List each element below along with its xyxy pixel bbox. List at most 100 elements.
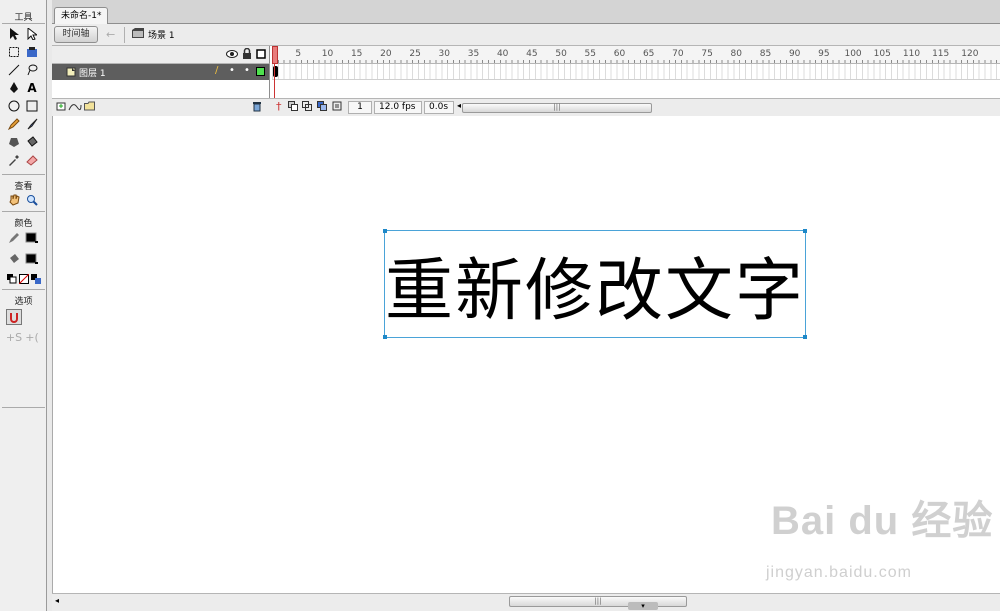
line-tool-icon[interactable]	[6, 62, 22, 78]
ruler-label: 5	[295, 49, 302, 59]
swap-colors-icon[interactable]	[28, 271, 44, 287]
editbar-divider	[124, 27, 125, 43]
document-tab[interactable]: 未命名-1*	[54, 7, 109, 24]
stage-horizontal-scrollbar[interactable]: ◂ ||| ▾	[52, 593, 1000, 611]
fill-color-icon[interactable]	[6, 251, 22, 267]
fill-color-swatch[interactable]	[24, 251, 40, 267]
pencil-tool-icon[interactable]	[6, 116, 22, 132]
smooth-icon[interactable]: +S	[6, 329, 22, 345]
ruler-label: 80	[730, 49, 742, 59]
new-layer-icon[interactable]	[56, 101, 66, 114]
lock-icon[interactable]	[242, 47, 252, 63]
layer-list-empty	[52, 80, 270, 98]
lasso-tool-icon[interactable]	[24, 62, 40, 78]
playhead[interactable]	[272, 46, 278, 64]
tools-divider	[2, 211, 45, 212]
layer-lock-dot[interactable]: •	[244, 65, 250, 76]
ruler-label: 120	[961, 49, 979, 59]
free-transform-icon[interactable]	[6, 44, 22, 60]
stage[interactable]: 重新修改文字 Bai du 经验 jingyan.baidu.com	[52, 116, 1000, 593]
ruler-label: 95	[818, 49, 830, 59]
hand-tool-icon[interactable]	[6, 192, 22, 208]
outline-icon[interactable]	[256, 49, 266, 62]
snap-magnet-icon[interactable]	[6, 309, 22, 325]
ruler-label: 100	[844, 49, 862, 59]
ruler-label: 30	[438, 49, 450, 59]
ruler-label: 25	[409, 49, 421, 59]
frame-grid[interactable]	[272, 64, 1000, 80]
stroke-color-icon[interactable]	[6, 230, 22, 246]
modify-markers-icon[interactable]	[332, 101, 342, 114]
ruler-label: 85	[759, 49, 772, 59]
eyedropper-icon[interactable]	[6, 152, 22, 168]
edit-bar: 时间轴 ← 场景 1	[52, 24, 1000, 46]
onion-outline-icon[interactable]	[302, 101, 312, 114]
tools-title: 工具	[14, 13, 33, 23]
selected-text-field[interactable]: 重新修改文字	[383, 229, 807, 339]
stage-scrollbar-thumb[interactable]: |||	[509, 596, 687, 607]
oval-tool-icon[interactable]	[6, 98, 22, 114]
ruler-label: 110	[902, 49, 921, 59]
panel-collapse-arrow[interactable]: ▾	[628, 602, 658, 610]
ruler-label: 115	[932, 49, 950, 59]
layer-pencil-icon: /	[215, 65, 219, 76]
ruler-label: 90	[788, 49, 801, 59]
brush-tool-icon[interactable]	[24, 116, 40, 132]
edit-multiple-frames-icon[interactable]	[317, 101, 327, 114]
subselection-arrow-icon[interactable]	[24, 26, 40, 42]
delete-layer-icon[interactable]	[252, 101, 262, 115]
elapsed-time: 0.0s	[424, 101, 454, 114]
paint-bucket-icon[interactable]	[24, 134, 40, 150]
gradient-transform-icon[interactable]	[24, 44, 40, 60]
options-title: 选项	[14, 297, 33, 307]
add-motion-guide-icon[interactable]	[68, 101, 82, 114]
color-title: 颜色	[14, 219, 33, 229]
layer-type-icon	[66, 67, 76, 80]
ruler-label: 40	[496, 49, 509, 59]
tools-divider	[2, 23, 45, 24]
new-folder-icon[interactable]	[84, 101, 95, 114]
document-tabbar: 未命名-1*	[52, 0, 1000, 24]
tools-divider	[2, 289, 45, 290]
eraser-icon[interactable]	[24, 152, 40, 168]
pen-tool-icon[interactable]	[6, 80, 22, 96]
layer-outline-color[interactable]	[256, 67, 265, 76]
ruler-label: 60	[613, 49, 626, 59]
stage-text[interactable]: 重新修改文字	[385, 231, 805, 337]
document-area: 未命名-1* 时间轴 ← 场景 1 5 10 15 20 25 30 35 40 45 50 55 6…	[52, 0, 1000, 611]
selection-arrow-icon[interactable]	[6, 26, 22, 42]
current-frame: 1	[348, 101, 372, 114]
straighten-icon[interactable]: +(	[24, 329, 40, 345]
scene-icon	[132, 28, 144, 41]
flash-window: 工具 A 查看 颜色 选项 +S +(未命名-1* 时间轴 ← 场景 1 5 …	[0, 0, 1000, 611]
frame-ruler[interactable]: 5 10 15 20 25 30 35 40 45 50 55 60 65 70 75 80 85 90 95 100…	[272, 46, 1000, 64]
rectangle-tool-icon[interactable]	[24, 98, 40, 114]
ruler-label: 10	[321, 49, 334, 59]
scroll-left-arrow[interactable]: ◂	[55, 596, 59, 605]
text-tool-icon[interactable]: A	[24, 80, 40, 96]
ruler-label: 70	[672, 49, 684, 59]
timeline-toggle-button[interactable]: 时间轴	[54, 26, 98, 43]
onion-skin-icon[interactable]	[288, 101, 298, 114]
show-hide-eye-icon[interactable]	[226, 49, 238, 62]
timeline-header	[52, 46, 270, 64]
scene-breadcrumb[interactable]: 场景 1	[132, 28, 175, 41]
ruler-label: 75	[701, 49, 713, 59]
frame-rate[interactable]: 12.0 fps	[374, 101, 422, 114]
timeline-statusbar: † 1 12.0 fps 0.0s ◂ |||	[52, 98, 1000, 116]
layer-visible-dot[interactable]: •	[229, 65, 235, 76]
baidu-watermark-logo: Bai du 经验	[771, 499, 994, 543]
ruler-label: 55	[584, 49, 596, 59]
ruler-label: 105	[873, 49, 891, 59]
zoom-tool-icon[interactable]	[24, 192, 40, 208]
playhead-line	[274, 64, 275, 98]
center-frame-icon[interactable]: †	[276, 100, 282, 113]
layer-row[interactable]: 图层 1 / • •	[52, 64, 270, 80]
ink-bottle-icon[interactable]	[6, 134, 22, 150]
timeline-scrollbar-thumb[interactable]: |||	[462, 103, 652, 113]
scroll-left-arrow[interactable]: ◂	[457, 101, 461, 110]
back-arrow-icon[interactable]: ←	[106, 28, 115, 41]
layer-name: 图层 1	[79, 69, 106, 79]
stroke-color-swatch[interactable]	[24, 230, 40, 246]
ruler-label: 65	[642, 49, 655, 59]
